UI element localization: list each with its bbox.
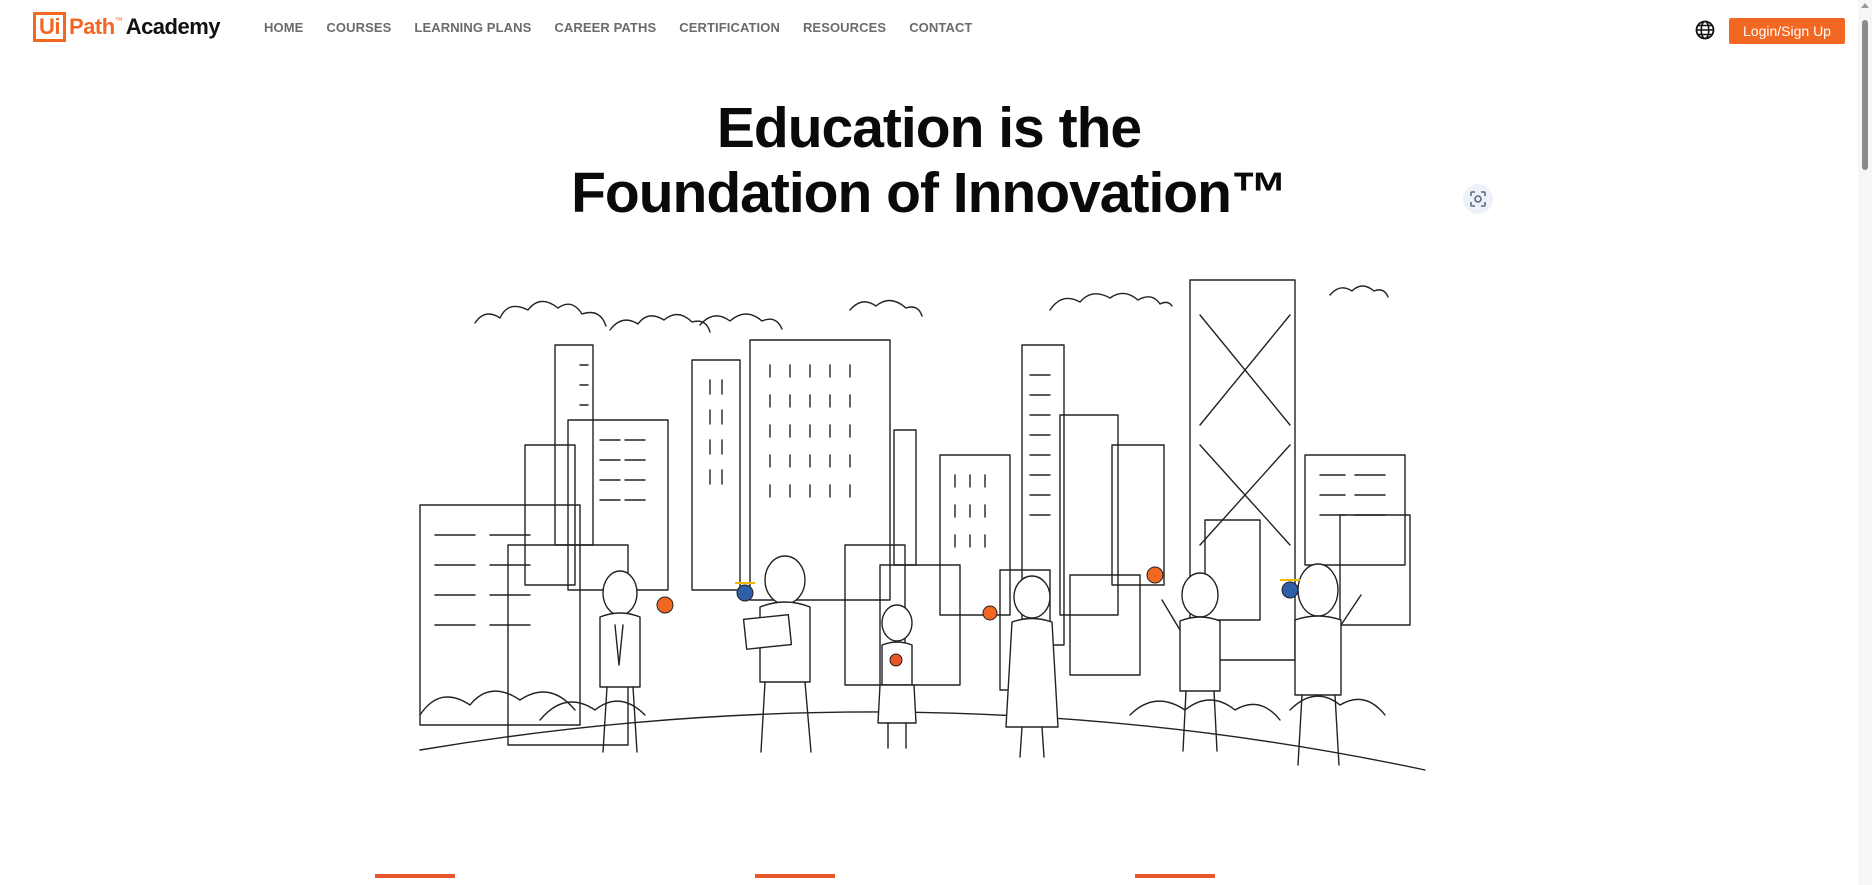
nav-home[interactable]: HOME [264, 20, 303, 35]
logo-ui-box: Ui [33, 12, 66, 42]
nav-learning-plans[interactable]: LEARNING PLANS [414, 20, 531, 35]
nav-certification[interactable]: CERTIFICATION [679, 20, 780, 35]
visual-search-button[interactable] [1463, 184, 1493, 214]
hero-title: Education is the Foundation of Innovatio… [0, 96, 1858, 226]
logo-path-text: Path [69, 14, 115, 39]
hero-title-line-1: Education is the [716, 96, 1142, 160]
globe-icon[interactable] [1695, 20, 1715, 40]
login-signup-button[interactable]: Login/Sign Up [1729, 18, 1845, 44]
uipath-academy-logo[interactable]: Ui Path ™ Academy [33, 12, 221, 42]
site-header: Ui Path ™ Academy HOME COURSES LEARNING … [0, 0, 1858, 58]
main-nav: HOME COURSES LEARNING PLANS CAREER PATHS… [264, 20, 995, 35]
hero-title-line-2: Foundation of Innovation™ [571, 161, 1288, 225]
city-people-illustration [419, 279, 1426, 771]
tab-indicator-2 [755, 874, 835, 878]
scroll-up-arrow-icon[interactable] [1861, 3, 1869, 8]
page-scrollbar[interactable] [1858, 0, 1872, 885]
tab-indicator-3 [1135, 874, 1215, 878]
scan-icon [1470, 191, 1486, 207]
logo-trademark: ™ [114, 16, 123, 25]
scroll-thumb[interactable] [1862, 20, 1868, 170]
nav-career-paths[interactable]: CAREER PATHS [554, 20, 656, 35]
tab-indicator-1 [375, 874, 455, 878]
nav-resources[interactable]: RESOURCES [803, 20, 886, 35]
logo-academy-text: Academy [125, 14, 221, 39]
nav-courses[interactable]: COURSES [326, 20, 391, 35]
nav-contact[interactable]: CONTACT [909, 20, 972, 35]
